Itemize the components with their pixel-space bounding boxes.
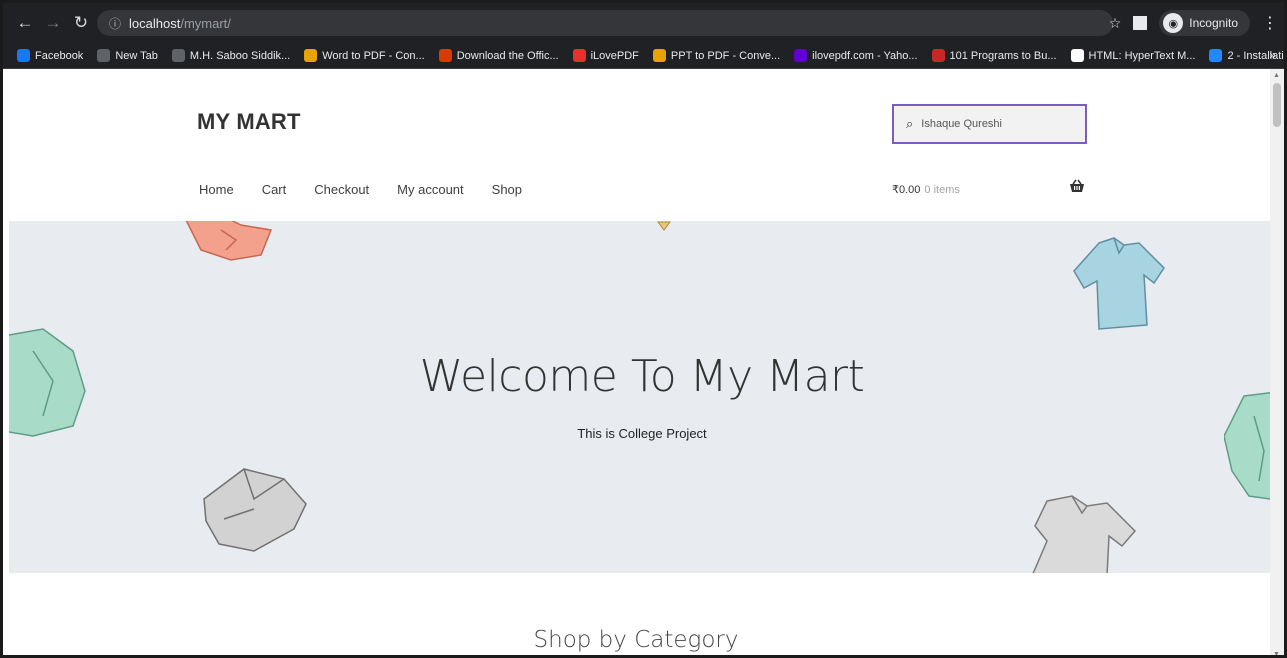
browser-window: ← → ↻ ⓘ localhost/mymart/ ☆ ◉ Incognito … xyxy=(0,0,1287,658)
bookmark-item[interactable]: 101 Programs to Bu... xyxy=(931,49,1057,62)
incognito-icon: ◉ xyxy=(1163,13,1184,33)
nav-my-account[interactable]: My account xyxy=(397,182,463,197)
hero-banner: Welcome To My Mart This is College Proje… xyxy=(9,221,1275,573)
scroll-up-icon[interactable]: ▲ xyxy=(1273,72,1280,79)
basket-icon[interactable] xyxy=(1069,179,1085,196)
scroll-down-icon[interactable]: ▼ xyxy=(1273,651,1280,655)
bookmark-label: 101 Programs to Bu... xyxy=(949,49,1057,62)
product-search-input[interactable]: ⌕ Ishaque Qureshi xyxy=(892,104,1087,144)
search-icon: ⌕ xyxy=(906,116,914,131)
green-jacket-illustration-icon xyxy=(1224,391,1275,501)
bookmark-label: ilovepdf.com - Yaho... xyxy=(812,49,918,62)
browser-menu-icon[interactable]: ⋮ xyxy=(1262,13,1278,33)
browser-toolbar: ← → ↻ ⓘ localhost/mymart/ ☆ ◉ Incognito … xyxy=(3,3,1284,43)
bookmark-star-icon[interactable]: ☆ xyxy=(1109,15,1122,32)
bookmark-favicon-icon xyxy=(171,49,185,62)
address-bar[interactable]: ⓘ localhost/mymart/ xyxy=(97,10,1113,36)
primary-navigation: Home Cart Checkout My account Shop xyxy=(199,182,522,197)
bookmark-item[interactable]: HTML: HyperText M... xyxy=(1070,49,1196,62)
page-viewport: MY MART ⌕ Ishaque Qureshi Home Cart Chec… xyxy=(3,69,1284,655)
incognito-label: Incognito xyxy=(1189,16,1238,30)
bookmark-favicon-icon xyxy=(304,49,318,62)
site-title[interactable]: MY MART xyxy=(197,109,301,135)
bookmark-favicon-icon xyxy=(97,49,111,62)
url-path: /mymart/ xyxy=(180,15,231,31)
bookmark-label: iLovePDF xyxy=(590,49,639,62)
hero-subtitle: This is College Project xyxy=(577,426,707,441)
bookmark-favicon-icon xyxy=(652,49,666,62)
forward-arrow-icon[interactable]: → xyxy=(39,9,67,37)
hero-title: Welcome To My Mart xyxy=(419,351,865,402)
bookmark-item[interactable]: Download the Offic... xyxy=(438,49,559,62)
nav-checkout[interactable]: Checkout xyxy=(314,182,369,197)
bookmark-label: M.H. Saboo Siddik... xyxy=(189,49,291,62)
bookmark-label: PPT to PDF - Conve... xyxy=(670,49,781,62)
bookmark-label: Facebook xyxy=(35,49,84,62)
nav-shop[interactable]: Shop xyxy=(492,182,522,197)
cart-amount: ₹0.00 xyxy=(892,184,921,196)
incognito-badge[interactable]: ◉ Incognito xyxy=(1159,10,1250,36)
search-value: Ishaque Qureshi xyxy=(921,118,1002,130)
bookmark-label: Download the Offic... xyxy=(456,49,559,62)
nav-home[interactable]: Home xyxy=(199,182,234,197)
bookmark-favicon-icon xyxy=(572,49,586,62)
bookmark-label: New Tab xyxy=(115,49,158,62)
nav-cart[interactable]: Cart xyxy=(262,182,287,197)
grey-hoodie-illustration-icon xyxy=(203,468,307,552)
header-cart-total[interactable]: ₹0.00 0 items xyxy=(892,183,960,196)
blue-polo-shirt-illustration-icon xyxy=(1073,237,1165,330)
bookmarks-overflow-icon[interactable]: » xyxy=(1269,48,1276,62)
bookmark-favicon-icon xyxy=(1070,49,1084,62)
bookmark-favicon-icon xyxy=(931,49,945,62)
side-panel-icon[interactable] xyxy=(1133,16,1148,30)
pennant-icon xyxy=(657,221,671,231)
bookmark-item[interactable]: Facebook xyxy=(17,49,83,62)
bookmark-item[interactable]: iLovePDF xyxy=(572,49,639,62)
scrollbar-thumb[interactable] xyxy=(1273,83,1281,127)
site-info-icon[interactable]: ⓘ xyxy=(109,15,121,32)
bookmark-favicon-icon xyxy=(1209,49,1223,62)
url-host: localhost xyxy=(129,15,181,31)
bookmark-favicon-icon xyxy=(794,49,808,62)
bookmark-item[interactable]: M.H. Saboo Siddik... xyxy=(171,49,291,62)
grey-tshirt-illustration-icon xyxy=(1032,495,1137,573)
bookmark-item[interactable]: Word to PDF - Con... xyxy=(304,49,425,62)
reload-icon[interactable]: ↻ xyxy=(67,9,95,37)
category-section-title: Shop by Category xyxy=(533,627,739,653)
bookmark-item[interactable]: PPT to PDF - Conve... xyxy=(652,49,781,62)
bookmarks-bar: Facebook New Tab M.H. Saboo Siddik... Word … xyxy=(3,43,1284,69)
bookmark-label: HTML: HyperText M... xyxy=(1088,49,1196,62)
bookmark-item[interactable]: New Tab xyxy=(97,49,158,62)
bookmark-label: Word to PDF - Con... xyxy=(322,49,425,62)
bookmark-favicon-icon xyxy=(438,49,452,62)
bookmark-favicon-icon xyxy=(17,49,30,62)
orange-jacket-illustration-icon xyxy=(185,221,273,261)
cart-item-count: 0 items xyxy=(924,184,960,196)
back-arrow-icon[interactable]: ← xyxy=(11,9,39,37)
bookmark-item[interactable]: ilovepdf.com - Yaho... xyxy=(794,49,918,62)
page-scrollbar[interactable]: ▲ ▼ xyxy=(1270,69,1284,655)
